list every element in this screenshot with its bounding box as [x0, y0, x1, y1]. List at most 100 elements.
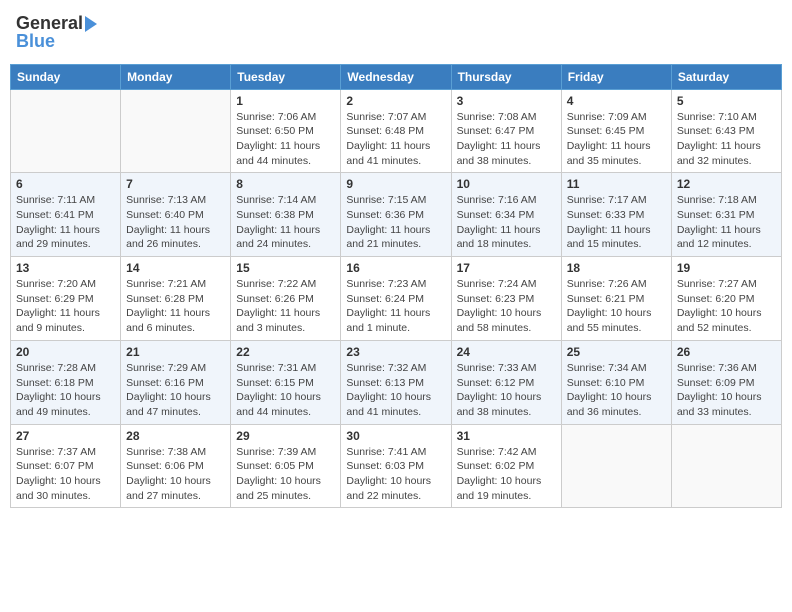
day-cell: 16 Sunrise: 7:23 AMSunset: 6:24 PMDayligh…	[341, 257, 451, 341]
day-cell: 18 Sunrise: 7:26 AMSunset: 6:21 PMDayligh…	[561, 257, 671, 341]
weekday-header-friday: Friday	[561, 64, 671, 89]
day-cell: 13Sunrise: 7:20 AMSunset: 6:29 PMDayligh…	[11, 257, 121, 341]
day-number: 30	[346, 429, 445, 443]
day-number: 6	[16, 177, 115, 191]
page-header: General Blue	[10, 10, 782, 56]
day-info: Sunrise: 7:39 AMSunset: 6:05 PMDaylight:…	[236, 445, 335, 504]
day-info: Sunrise: 7:14 AMSunset: 6:38 PMDaylight:…	[236, 193, 335, 252]
week-row-4: 20 Sunrise: 7:28 AMSunset: 6:18 PMDayligh…	[11, 340, 782, 424]
day-number: 4	[567, 94, 666, 108]
day-number: 9	[346, 177, 445, 191]
day-cell: 29Sunrise: 7:39 AMSunset: 6:05 PMDayligh…	[231, 424, 341, 508]
day-cell: 6 Sunrise: 7:11 AMSunset: 6:41 PMDaylight…	[11, 173, 121, 257]
day-number: 21	[126, 345, 225, 359]
day-number: 19	[677, 261, 776, 275]
day-cell	[121, 89, 231, 173]
day-info: Sunrise: 7:11 AMSunset: 6:41 PMDaylight:…	[16, 193, 115, 252]
day-number: 26	[677, 345, 776, 359]
day-info: Sunrise: 7:24 AMSunset: 6:23 PMDaylight:…	[457, 277, 556, 336]
day-info: Sunrise: 7:10 AMSunset: 6:43 PMDaylight:…	[677, 110, 776, 169]
day-info: Sunrise: 7:18 AMSunset: 6:31 PMDaylight:…	[677, 193, 776, 252]
day-cell: 12 Sunrise: 7:18 AMSunset: 6:31 PMDayligh…	[671, 173, 781, 257]
day-number: 15	[236, 261, 335, 275]
day-number: 18	[567, 261, 666, 275]
day-cell: 23 Sunrise: 7:32 AMSunset: 6:13 PMDayligh…	[341, 340, 451, 424]
day-info: Sunrise: 7:08 AMSunset: 6:47 PMDaylight:…	[457, 110, 556, 169]
day-number: 14	[126, 261, 225, 275]
day-info: Sunrise: 7:29 AMSunset: 6:16 PMDaylight:…	[126, 361, 225, 420]
day-number: 16	[346, 261, 445, 275]
day-info: Sunrise: 7:17 AMSunset: 6:33 PMDaylight:…	[567, 193, 666, 252]
weekday-header-saturday: Saturday	[671, 64, 781, 89]
day-number: 20	[16, 345, 115, 359]
day-cell: 2 Sunrise: 7:07 AMSunset: 6:48 PMDaylight…	[341, 89, 451, 173]
week-row-1: 1Sunrise: 7:06 AMSunset: 6:50 PMDaylight…	[11, 89, 782, 173]
day-info: Sunrise: 7:28 AMSunset: 6:18 PMDaylight:…	[16, 361, 115, 420]
day-info: Sunrise: 7:27 AMSunset: 6:20 PMDaylight:…	[677, 277, 776, 336]
day-number: 10	[457, 177, 556, 191]
day-number: 31	[457, 429, 556, 443]
day-info: Sunrise: 7:21 AMSunset: 6:28 PMDaylight:…	[126, 277, 225, 336]
day-cell: 15Sunrise: 7:22 AMSunset: 6:26 PMDayligh…	[231, 257, 341, 341]
day-number: 11	[567, 177, 666, 191]
weekday-header-thursday: Thursday	[451, 64, 561, 89]
day-info: Sunrise: 7:23 AMSunset: 6:24 PMDaylight:…	[346, 277, 445, 336]
day-cell: 1Sunrise: 7:06 AMSunset: 6:50 PMDaylight…	[231, 89, 341, 173]
day-info: Sunrise: 7:32 AMSunset: 6:13 PMDaylight:…	[346, 361, 445, 420]
day-cell: 5 Sunrise: 7:10 AMSunset: 6:43 PMDaylight…	[671, 89, 781, 173]
weekday-header-wednesday: Wednesday	[341, 64, 451, 89]
day-info: Sunrise: 7:33 AMSunset: 6:12 PMDaylight:…	[457, 361, 556, 420]
day-info: Sunrise: 7:37 AMSunset: 6:07 PMDaylight:…	[16, 445, 115, 504]
day-number: 5	[677, 94, 776, 108]
day-info: Sunrise: 7:07 AMSunset: 6:48 PMDaylight:…	[346, 110, 445, 169]
day-number: 3	[457, 94, 556, 108]
day-cell	[561, 424, 671, 508]
day-number: 23	[346, 345, 445, 359]
day-number: 2	[346, 94, 445, 108]
day-info: Sunrise: 7:20 AMSunset: 6:29 PMDaylight:…	[16, 277, 115, 336]
weekday-header-row: SundayMondayTuesdayWednesdayThursdayFrid…	[11, 64, 782, 89]
weekday-header-sunday: Sunday	[11, 64, 121, 89]
weekday-header-tuesday: Tuesday	[231, 64, 341, 89]
day-info: Sunrise: 7:38 AMSunset: 6:06 PMDaylight:…	[126, 445, 225, 504]
week-row-2: 6 Sunrise: 7:11 AMSunset: 6:41 PMDaylight…	[11, 173, 782, 257]
day-cell: 11 Sunrise: 7:17 AMSunset: 6:33 PMDayligh…	[561, 173, 671, 257]
logo-arrow-icon	[85, 16, 97, 32]
day-cell: 25 Sunrise: 7:34 AMSunset: 6:10 PMDayligh…	[561, 340, 671, 424]
day-cell	[671, 424, 781, 508]
day-cell: 7Sunrise: 7:13 AMSunset: 6:40 PMDaylight…	[121, 173, 231, 257]
day-cell: 20 Sunrise: 7:28 AMSunset: 6:18 PMDayligh…	[11, 340, 121, 424]
day-cell: 21 Sunrise: 7:29 AMSunset: 6:16 PMDayligh…	[121, 340, 231, 424]
day-number: 25	[567, 345, 666, 359]
day-number: 8	[236, 177, 335, 191]
day-number: 17	[457, 261, 556, 275]
day-cell: 30 Sunrise: 7:41 AMSunset: 6:03 PMDayligh…	[341, 424, 451, 508]
day-number: 12	[677, 177, 776, 191]
day-number: 7	[126, 177, 225, 191]
day-cell: 3 Sunrise: 7:08 AMSunset: 6:47 PMDaylight…	[451, 89, 561, 173]
day-info: Sunrise: 7:34 AMSunset: 6:10 PMDaylight:…	[567, 361, 666, 420]
day-cell: 19 Sunrise: 7:27 AMSunset: 6:20 PMDayligh…	[671, 257, 781, 341]
day-info: Sunrise: 7:15 AMSunset: 6:36 PMDaylight:…	[346, 193, 445, 252]
day-cell: 9 Sunrise: 7:15 AMSunset: 6:36 PMDaylight…	[341, 173, 451, 257]
logo-text-blue: Blue	[16, 32, 55, 52]
day-cell: 28 Sunrise: 7:38 AMSunset: 6:06 PMDayligh…	[121, 424, 231, 508]
week-row-3: 13Sunrise: 7:20 AMSunset: 6:29 PMDayligh…	[11, 257, 782, 341]
day-cell	[11, 89, 121, 173]
day-cell: 17 Sunrise: 7:24 AMSunset: 6:23 PMDayligh…	[451, 257, 561, 341]
day-cell: 8 Sunrise: 7:14 AMSunset: 6:38 PMDaylight…	[231, 173, 341, 257]
week-row-5: 27 Sunrise: 7:37 AMSunset: 6:07 PMDayligh…	[11, 424, 782, 508]
day-info: Sunrise: 7:41 AMSunset: 6:03 PMDaylight:…	[346, 445, 445, 504]
day-info: Sunrise: 7:26 AMSunset: 6:21 PMDaylight:…	[567, 277, 666, 336]
calendar-table: SundayMondayTuesdayWednesdayThursdayFrid…	[10, 64, 782, 509]
day-cell: 31 Sunrise: 7:42 AMSunset: 6:02 PMDayligh…	[451, 424, 561, 508]
day-info: Sunrise: 7:31 AMSunset: 6:15 PMDaylight:…	[236, 361, 335, 420]
day-info: Sunrise: 7:42 AMSunset: 6:02 PMDaylight:…	[457, 445, 556, 504]
day-info: Sunrise: 7:16 AMSunset: 6:34 PMDaylight:…	[457, 193, 556, 252]
day-number: 27	[16, 429, 115, 443]
day-cell: 27 Sunrise: 7:37 AMSunset: 6:07 PMDayligh…	[11, 424, 121, 508]
day-number: 22	[236, 345, 335, 359]
day-cell: 14 Sunrise: 7:21 AMSunset: 6:28 PMDayligh…	[121, 257, 231, 341]
day-number: 28	[126, 429, 225, 443]
day-cell: 24Sunrise: 7:33 AMSunset: 6:12 PMDayligh…	[451, 340, 561, 424]
